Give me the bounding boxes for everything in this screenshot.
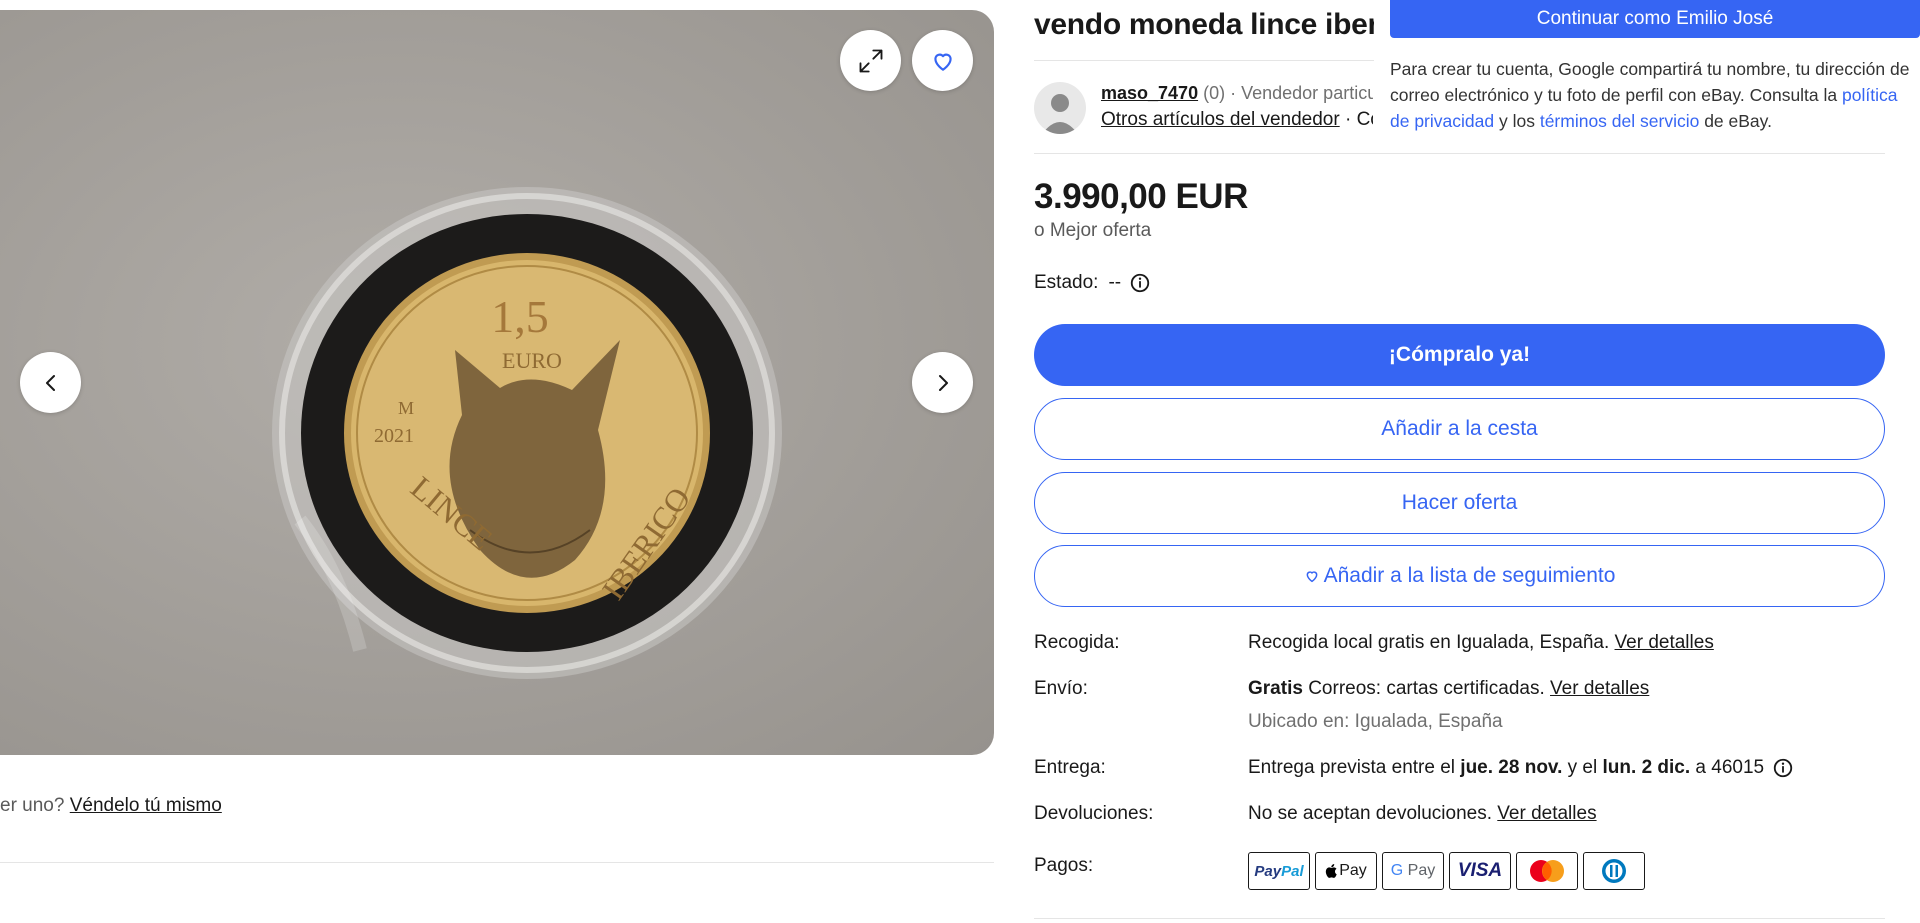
delivery-value: Entrega prevista entre el jue. 28 nov. y…	[1248, 757, 1794, 779]
info-icon[interactable]	[1129, 272, 1151, 294]
payments-label: Pagos:	[1034, 855, 1094, 876]
shipping-free: Gratis	[1248, 678, 1303, 699]
divider	[0, 862, 994, 863]
coin-photo: 1,5 EURO M 2021 LINCE IBERICO	[272, 187, 782, 679]
delivery-date-to: lun. 2 dic.	[1602, 757, 1691, 778]
seller-info: maso_7470 (0) · Vendedor particular	[1101, 83, 1373, 104]
listing-title: vendo moneda lince iberico	[1034, 8, 1374, 41]
divider	[1034, 153, 1885, 154]
next-image-button[interactable]	[912, 352, 973, 413]
image-gallery[interactable]: 1,5 EURO M 2021 LINCE IBERICO	[0, 10, 994, 755]
item-price: 3.990,00 EUR	[1034, 177, 1248, 216]
delivery-text: Entrega prevista entre el	[1248, 757, 1456, 778]
add-to-cart-button[interactable]: Añadir a la cesta	[1034, 398, 1885, 460]
chevron-right-icon	[938, 374, 948, 391]
divider	[1034, 60, 1374, 61]
seller-links: Otros artículos del vendedor · Contactar…	[1101, 109, 1373, 131]
best-offer-label: o Mejor oferta	[1034, 220, 1152, 241]
terms-of-service-link[interactable]: términos del servicio	[1540, 111, 1700, 131]
delivery-zip: a 46015	[1695, 757, 1765, 778]
info-icon[interactable]	[1772, 757, 1794, 779]
delivery-text: y el	[1567, 757, 1598, 778]
coin-denomination: 1,5	[491, 291, 549, 342]
google-consent-text: Para crear tu cuenta, Google compartirá …	[1390, 56, 1915, 134]
consent-text-part: de eBay.	[1699, 111, 1772, 131]
payment-methods: PayPal Pay G Pay VISA	[1248, 852, 1645, 890]
sell-prompt: er uno? Véndelo tú mismo	[0, 795, 222, 817]
apple-pay-logo: Pay	[1315, 852, 1377, 890]
other-items-link[interactable]: Otros artículos del vendedor	[1101, 109, 1340, 130]
coin-mint-mark: M	[398, 398, 414, 418]
paypal-logo: PayPal	[1248, 852, 1310, 890]
google-pay-logo: G Pay	[1382, 852, 1444, 890]
shipping-details-link[interactable]: Ver detalles	[1550, 678, 1649, 699]
item-location: Ubicado en: Igualada, España	[1248, 711, 1503, 732]
shipping-text: Correos: cartas certificadas.	[1308, 678, 1545, 699]
delivery-label: Entrega:	[1034, 757, 1106, 778]
previous-image-button[interactable]	[20, 352, 81, 413]
coin-currency: EURO	[502, 348, 562, 373]
expand-icon	[859, 49, 882, 72]
returns-details-link[interactable]: Ver detalles	[1497, 803, 1596, 824]
avatar[interactable]	[1034, 82, 1086, 134]
buy-now-button[interactable]: ¡Cómpralo ya!	[1034, 324, 1885, 386]
user-icon	[1042, 94, 1078, 134]
chevron-left-icon	[45, 374, 55, 391]
add-to-watchlist-button[interactable]: Añadir a la lista de seguimiento	[1034, 545, 1885, 607]
favorite-button[interactable]	[912, 30, 973, 91]
shipping-label: Envío:	[1034, 678, 1088, 699]
seller-name-link[interactable]: maso_7470	[1101, 83, 1198, 103]
make-offer-button[interactable]: Hacer oferta	[1034, 472, 1885, 534]
condition-value: --	[1108, 272, 1122, 293]
returns-value: No se aceptan devoluciones. Ver detalles	[1248, 803, 1597, 825]
condition-row: Estado: --	[1034, 272, 1151, 294]
shipping-value: Gratis Correos: cartas certificadas. Ver…	[1248, 678, 1649, 700]
pickup-text: Recogida local gratis en Igualada, Españ…	[1248, 632, 1610, 653]
delivery-date-from: jue. 28 nov.	[1460, 757, 1563, 778]
sell-prompt-text: er uno?	[0, 795, 65, 816]
seller-type: · Vendedor particular	[1230, 83, 1373, 103]
heart-icon	[933, 53, 952, 71]
sell-it-yourself-link[interactable]: Véndelo tú mismo	[70, 795, 222, 816]
expand-button[interactable]	[840, 30, 901, 91]
coin-year: 2021	[374, 425, 414, 447]
mastercard-logo	[1516, 852, 1578, 890]
condition-label: Estado:	[1034, 272, 1099, 293]
pickup-label: Recogida:	[1034, 632, 1120, 653]
pickup-value: Recogida local gratis en Igualada, Españ…	[1248, 632, 1714, 654]
returns-text: No se aceptan devoluciones.	[1248, 803, 1492, 824]
visa-logo: VISA	[1449, 852, 1511, 890]
consent-text-part: Para crear tu cuenta, Google compartirá …	[1390, 59, 1910, 105]
continue-with-google-button[interactable]: Continuar como Emilio José	[1390, 0, 1920, 38]
contact-seller[interactable]: · Contactar con el vendedor	[1345, 109, 1373, 130]
returns-label: Devoluciones:	[1034, 803, 1154, 824]
diners-club-logo	[1583, 852, 1645, 890]
heart-icon	[1304, 568, 1320, 584]
divider	[1034, 918, 1885, 919]
consent-text-part: y los	[1494, 111, 1540, 131]
pickup-details-link[interactable]: Ver detalles	[1615, 632, 1714, 653]
watchlist-label: Añadir a la lista de seguimiento	[1323, 564, 1616, 587]
seller-feedback: (0)	[1203, 83, 1226, 103]
